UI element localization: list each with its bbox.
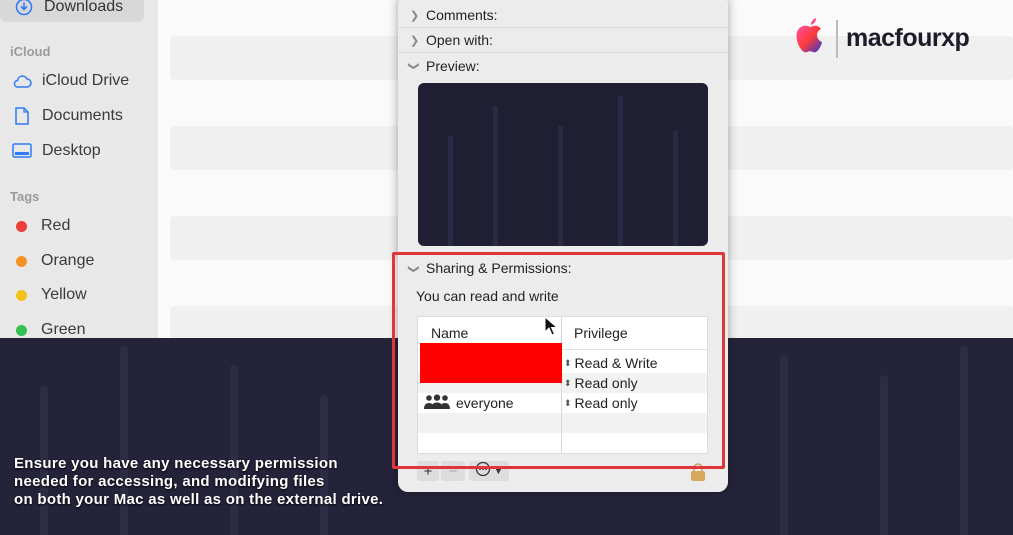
sidebar-item-label: Yellow (41, 286, 87, 303)
section-preview[interactable]: ❯ Preview: (398, 53, 728, 78)
section-label: Comments: (426, 7, 498, 23)
caption-line: Ensure you have any necessary permission (14, 455, 338, 472)
sidebar-item-icloud-drive[interactable]: iCloud Drive (12, 72, 129, 90)
logo-text: macfourxp (846, 24, 970, 52)
palm-silhouette (780, 355, 788, 535)
macfourxp-logo: macfourxp (792, 16, 970, 61)
palm-silhouette (493, 106, 498, 246)
caption-line: on both your Mac as well as on the exter… (14, 491, 384, 508)
sidebar-tag-red[interactable]: Red (12, 217, 70, 235)
sidebar-item-label: Green (41, 321, 86, 338)
sidebar-tag-orange[interactable]: Orange (12, 252, 94, 270)
download-icon (14, 0, 34, 16)
apple-logo-icon (792, 16, 828, 61)
chevron-down-icon: ❯ (407, 61, 420, 71)
sidebar-tag-green[interactable]: Green (12, 321, 85, 339)
sidebar-item-label: iCloud Drive (42, 72, 130, 89)
palm-silhouette (960, 345, 968, 535)
logo-divider (836, 19, 838, 58)
sidebar-item-documents[interactable]: Documents (12, 107, 123, 125)
palm-silhouette (448, 136, 453, 246)
sidebar-section-icloud: iCloud (10, 44, 51, 59)
desktop-icon (12, 142, 32, 160)
section-label: Preview: (426, 57, 480, 74)
tag-dot-icon (16, 289, 27, 301)
chevron-right-icon: ❯ (410, 34, 420, 47)
sidebar-item-label: Orange (41, 252, 95, 269)
section-comments[interactable]: ❯ Comments: (398, 3, 728, 28)
palm-silhouette (880, 375, 888, 535)
tag-dot-icon (16, 220, 27, 232)
highlight-box (392, 252, 725, 469)
video-caption: Ensure you have any necessary permission… (14, 455, 444, 509)
sidebar-item-downloads[interactable]: Downloads (0, 0, 144, 22)
sidebar-item-label: Downloads (44, 0, 124, 15)
sidebar-item-label: Documents (42, 107, 123, 124)
mouse-cursor-icon (544, 315, 559, 341)
palm-silhouette (230, 365, 238, 535)
tag-dot-icon (16, 255, 27, 267)
palm-silhouette (558, 126, 563, 246)
sidebar-item-label: Desktop (42, 142, 101, 159)
preview-image (418, 83, 708, 246)
cloud-icon (12, 72, 32, 90)
palm-silhouette (673, 131, 678, 246)
sidebar-item-label: Red (41, 217, 71, 234)
section-label: Open with: (426, 32, 493, 48)
document-icon (12, 107, 32, 125)
sidebar-item-desktop[interactable]: Desktop (12, 142, 101, 160)
chevron-right-icon: ❯ (410, 9, 420, 22)
sidebar-tag-yellow[interactable]: Yellow (12, 286, 87, 304)
section-open-with[interactable]: ❯ Open with: (398, 28, 728, 53)
tag-dot-icon (16, 324, 27, 336)
caption-line: needed for accessing, and modifying file… (14, 473, 325, 490)
palm-silhouette (618, 96, 623, 246)
finder-sidebar: Downloads iCloud iCloud Drive Documents … (0, 0, 158, 338)
sidebar-section-tags: Tags (10, 189, 40, 204)
